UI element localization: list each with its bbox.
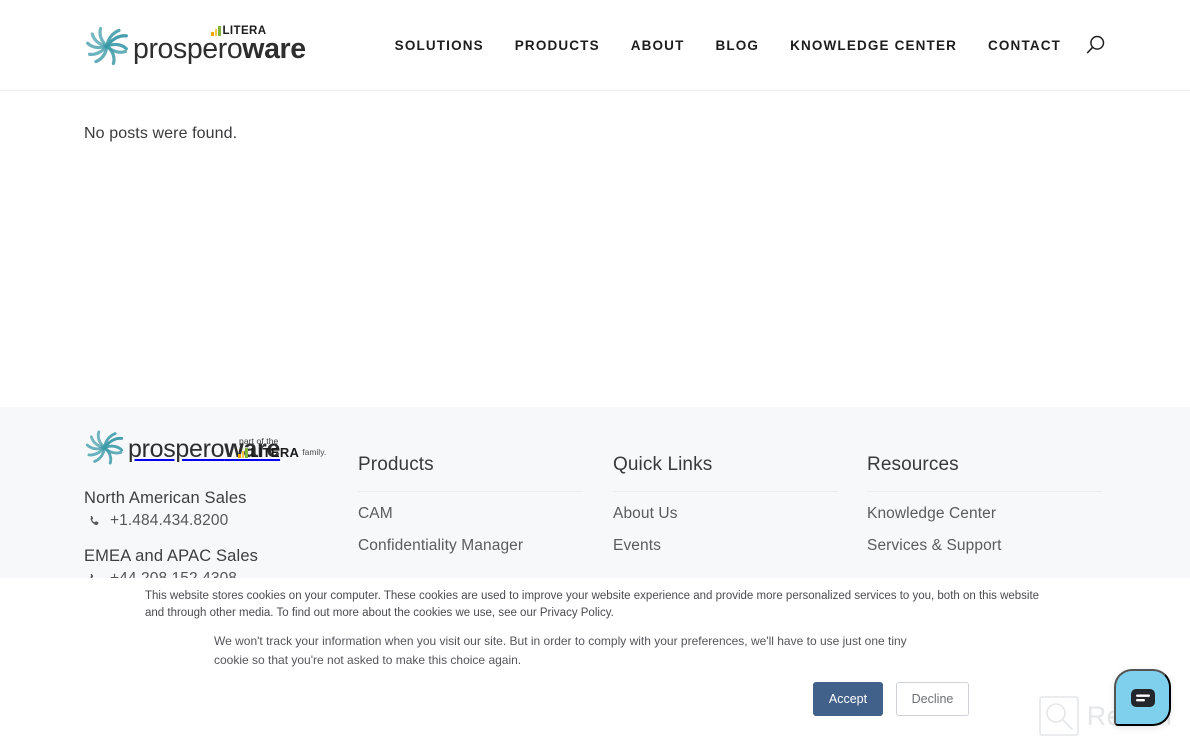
- main-navigation: SOLUTIONS PRODUCTS ABOUT BLOG KNOWLEDGE …: [395, 38, 1061, 53]
- list-item: About Us: [613, 505, 838, 523]
- site-header: prosperoware LITERA SOLUTIONS PRODUCTS A…: [0, 0, 1190, 91]
- footer-links-quick-links: About Us Events: [613, 492, 838, 555]
- brand-word-light: prospero: [133, 33, 243, 65]
- litera-bars-icon: [238, 448, 248, 458]
- footer-link-about-us[interactable]: About Us: [613, 505, 678, 522]
- cookie-banner-paragraph-1: This website stores cookies on your comp…: [145, 590, 1040, 619]
- footer-logo[interactable]: prosperoware part of the LITERA family.: [84, 425, 344, 468]
- litera-wordmark: LITERA: [250, 445, 300, 460]
- litera-part-of-the-label: part of the: [239, 436, 279, 446]
- nav-solutions[interactable]: SOLUTIONS: [395, 38, 484, 53]
- list-item: Confidentiality Manager: [358, 537, 583, 555]
- nav-blog[interactable]: BLOG: [715, 38, 759, 53]
- brand-word-bold: ware: [242, 33, 306, 65]
- prosperoware-swirl-icon: [85, 430, 124, 465]
- nav-knowledge-center[interactable]: KNOWLEDGE CENTER: [790, 38, 957, 53]
- cookie-banner-paragraph-2: We won't track your information when you…: [214, 634, 907, 667]
- chat-bubble-icon: [1130, 688, 1155, 707]
- nav-products[interactable]: PRODUCTS: [515, 38, 600, 53]
- list-item: Knowledge Center: [867, 505, 1102, 523]
- footer-column-heading-resources: Resources: [867, 454, 1102, 492]
- page-root: prosperoware LITERA SOLUTIONS PRODUCTS A…: [0, 0, 1190, 743]
- search-icon: [1086, 35, 1105, 54]
- prosperoware-swirl-icon: [86, 26, 128, 66]
- footer-column-heading-quick-links: Quick Links: [613, 454, 838, 492]
- phone-icon: [90, 515, 99, 525]
- footer-link-events[interactable]: Events: [613, 537, 661, 554]
- chat-widget-button[interactable]: [1114, 669, 1171, 726]
- footer-column-products: Products CAM Confidentiality Manager: [358, 454, 583, 569]
- empty-state-message: No posts were found.: [84, 125, 238, 142]
- footer-column-resources: Resources Knowledge Center Services & Su…: [867, 454, 1102, 569]
- footer-links-products: CAM Confidentiality Manager: [358, 492, 583, 555]
- litera-bars-icon: [211, 26, 221, 36]
- contact-phone-north-america: +1.484.434.8200: [110, 512, 229, 529]
- list-item: CAM: [358, 505, 583, 523]
- site-logo[interactable]: prosperoware LITERA: [84, 21, 306, 69]
- footer-column-heading-products: Products: [358, 454, 583, 492]
- litera-badge: LITERA: [211, 25, 267, 37]
- footer-link-knowledge-center[interactable]: Knowledge Center: [867, 505, 996, 522]
- footer-links-resources: Knowledge Center Services & Support: [867, 492, 1102, 555]
- footer-litera-badge: part of the LITERA family.: [238, 436, 327, 460]
- main-content: No posts were found.: [0, 91, 1190, 407]
- list-item: Events: [613, 537, 838, 555]
- footer-link-cam[interactable]: CAM: [358, 505, 393, 522]
- footer-link-confidentiality-manager[interactable]: Confidentiality Manager: [358, 537, 523, 554]
- nav-contact[interactable]: CONTACT: [988, 38, 1061, 53]
- decline-cookies-button[interactable]: Decline: [896, 682, 969, 716]
- cookie-banner-actions: Accept Decline: [813, 682, 969, 716]
- search-button[interactable]: [1084, 33, 1108, 57]
- nav-about[interactable]: ABOUT: [631, 38, 685, 53]
- cookie-consent-banner: This website stores cookies on your comp…: [0, 578, 1190, 743]
- footer-link-services-support[interactable]: Services & Support: [867, 537, 1001, 554]
- footer-column-quick-links: Quick Links About Us Events: [613, 454, 838, 569]
- litera-family-label: family.: [302, 447, 327, 457]
- list-item: Services & Support: [867, 537, 1102, 555]
- footer-brand-word-light: prospero: [128, 435, 225, 463]
- litera-wordmark: LITERA: [222, 25, 267, 37]
- accept-cookies-button[interactable]: Accept: [813, 682, 883, 716]
- brand-wordmark: prosperoware: [133, 35, 306, 64]
